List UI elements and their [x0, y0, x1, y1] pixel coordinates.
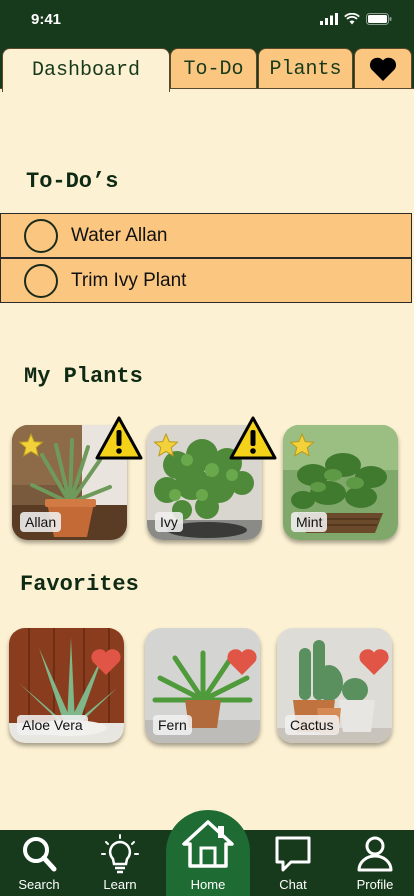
plant-card-mint[interactable]: Mint: [283, 425, 398, 540]
nav-chat[interactable]: Chat: [258, 834, 328, 894]
favorite-card-cactus[interactable]: Cactus: [277, 628, 392, 743]
nav-chat-label: Chat: [279, 877, 307, 892]
todo-item[interactable]: Water Allan: [0, 213, 412, 258]
battery-icon: [366, 13, 392, 25]
home-icon: [182, 820, 234, 868]
status-icons: [320, 13, 392, 25]
todo-checkbox[interactable]: [24, 263, 58, 298]
my-plants-title: My Plants: [24, 364, 143, 389]
chat-icon: [275, 836, 311, 872]
star-icon[interactable]: [289, 433, 315, 457]
nav-home[interactable]: Home: [173, 818, 243, 894]
star-icon[interactable]: [18, 433, 44, 457]
heart-icon[interactable]: [226, 648, 258, 676]
nav-learn[interactable]: Learn: [85, 834, 155, 894]
nav-learn-label: Learn: [103, 877, 137, 892]
signal-icon: [320, 13, 338, 25]
todo-label: Water Allan: [71, 224, 168, 246]
plant-name: Mint: [291, 512, 328, 532]
lightbulb-icon: [101, 834, 139, 874]
heart-icon: [369, 57, 397, 81]
status-bar: 9:41: [0, 0, 414, 44]
status-time: 9:41: [31, 11, 62, 28]
tab-plants[interactable]: Plants: [258, 48, 353, 89]
profile-icon: [357, 836, 393, 872]
warning-icon[interactable]: [95, 416, 143, 460]
tab-todo-label: To-Do: [183, 57, 244, 81]
heart-icon[interactable]: [90, 648, 122, 676]
plant-name: Cactus: [285, 715, 339, 735]
todos-title: To-Do’s: [26, 169, 119, 194]
nav-search[interactable]: Search: [4, 834, 74, 894]
todo-item[interactable]: Trim Ivy Plant: [0, 258, 412, 303]
todo-label: Trim Ivy Plant: [71, 269, 187, 291]
nav-home-label: Home: [190, 877, 226, 892]
nav-profile[interactable]: Profile: [340, 834, 410, 894]
plant-name: Fern: [153, 715, 192, 735]
plant-name: Aloe Vera: [17, 715, 88, 735]
search-icon: [23, 837, 57, 872]
warning-icon[interactable]: [229, 416, 277, 460]
tab-favorites[interactable]: [354, 48, 412, 89]
star-icon[interactable]: [153, 433, 179, 457]
favorite-card-fern[interactable]: Fern: [145, 628, 260, 743]
plant-name: Allan: [20, 512, 62, 532]
wifi-icon: [344, 13, 360, 25]
tab-dashboard[interactable]: Dashboard: [2, 48, 170, 92]
nav-search-label: Search: [18, 877, 60, 892]
nav-profile-label: Profile: [356, 877, 394, 892]
tab-todo[interactable]: To-Do: [170, 48, 257, 89]
favorites-title: Favorites: [20, 572, 139, 597]
plant-name: Ivy: [155, 512, 183, 532]
todo-checkbox[interactable]: [24, 218, 58, 253]
tab-plants-label: Plants: [269, 57, 342, 81]
tab-dashboard-label: Dashboard: [31, 59, 141, 82]
favorite-card-aloe-vera[interactable]: Aloe Vera: [9, 628, 124, 743]
heart-icon[interactable]: [358, 648, 390, 676]
